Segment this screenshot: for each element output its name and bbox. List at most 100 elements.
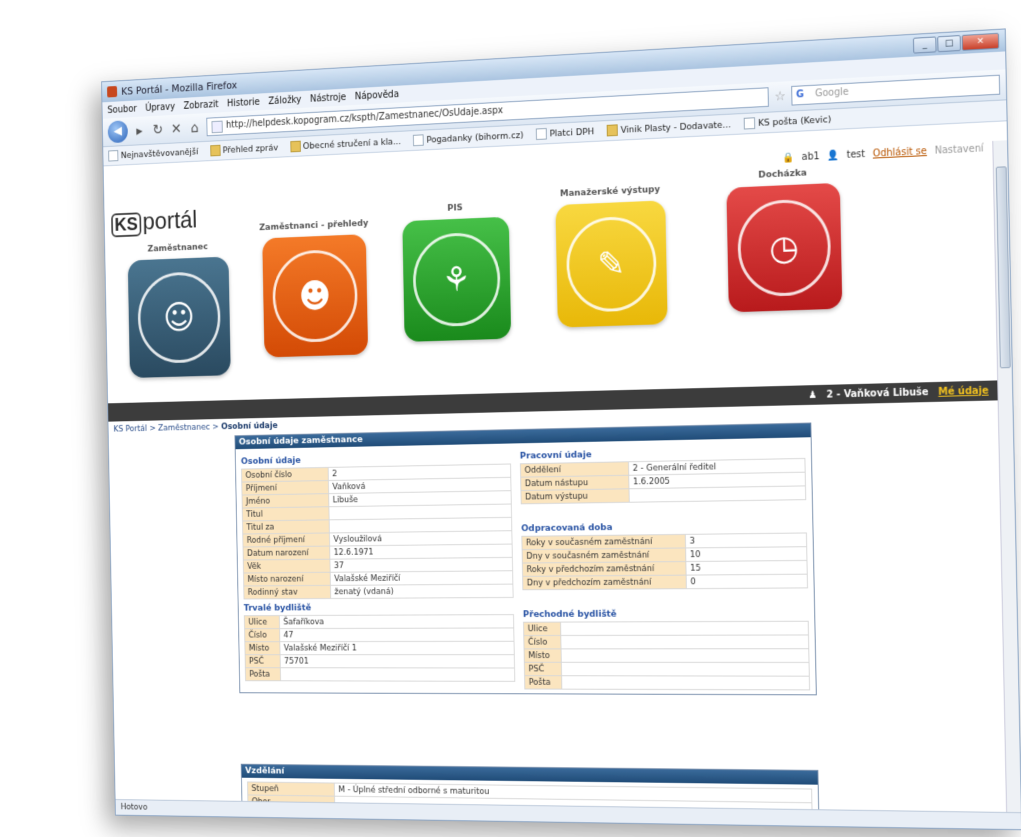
breadcrumb-link-portal[interactable]: KS Portál	[113, 424, 147, 434]
field-value: Valašské Meziříčí	[330, 570, 513, 586]
field-label: PSČ	[245, 654, 281, 668]
field-value: 10	[685, 546, 807, 562]
table-row: Ulice	[523, 621, 809, 636]
user-line: 🔒 ab1 👤 test Odhlásit se Nastavení	[782, 143, 984, 163]
folder-icon	[289, 140, 301, 153]
field-label: Místo	[244, 641, 281, 655]
folder-icon	[606, 124, 618, 137]
bookmark-item[interactable]: KS pošta (Kevic)	[743, 113, 832, 130]
field-label: Datum výstupu	[520, 488, 630, 504]
field-label: Číslo	[244, 628, 280, 642]
field-label: PSČ	[524, 662, 562, 676]
bookmark-item[interactable]: Pogadanky (bihorm.cz)	[413, 129, 524, 147]
field-value: Šafaříkova	[279, 614, 514, 629]
tile-zamestnanec[interactable]: Zaměstnanec ☺	[123, 241, 235, 378]
table-row: Místo Valašské Meziříčí 1	[244, 641, 515, 655]
section-title: Přechodné bydliště	[522, 608, 617, 620]
forward-button[interactable]: ▸	[133, 122, 147, 139]
bookmark-item[interactable]: Vinik Plasty - Dodavate...	[606, 118, 732, 137]
bookmark-item[interactable]: Nejnavštěvovanější	[108, 146, 198, 162]
personal-data-panel: Osobní údaje zaměstnance Osobní údaje Os…	[234, 422, 817, 696]
user-id: ab1	[801, 151, 820, 163]
page-icon	[413, 134, 424, 147]
field-label: Stupeň	[247, 781, 335, 797]
menu-upravy[interactable]: Úpravy	[145, 101, 175, 113]
browser-window: KS Portál - Mozilla Firefox _ □ ✕ Soubor…	[101, 28, 1021, 831]
folder-icon	[209, 144, 221, 157]
field-value: 47	[279, 627, 515, 642]
field-value: 75701	[280, 654, 515, 668]
maximize-button[interactable]: □	[937, 35, 961, 53]
field-label: Rodné příjmení	[242, 532, 330, 548]
menu-nastroje[interactable]: Nástroje	[310, 92, 346, 104]
tile-label: Zaměstnanci - přehledy	[259, 218, 369, 233]
minimize-button[interactable]: _	[912, 36, 937, 54]
breadcrumb-link-zamestnanec[interactable]: Zaměstnanec	[158, 423, 210, 433]
section-title: Odpracovaná doba	[521, 522, 613, 534]
table-row: Dny v předchozím zaměstnání 0	[522, 574, 808, 590]
my-data-link[interactable]: Mé údaje	[938, 385, 989, 397]
stop-icon[interactable]: ✕	[169, 120, 183, 137]
menu-napoveda[interactable]: Nápověda	[355, 89, 399, 102]
breadcrumb: KS Portál > Zaměstnanec > Osobní údaje	[113, 421, 278, 435]
field-value: ženatý (vdaná)	[330, 584, 514, 599]
tile-manazerske-vystupy[interactable]: Manažerské výstupy ✎	[551, 184, 673, 328]
bookmark-label: Přehled zpráv	[222, 142, 279, 156]
current-user-name: 2 - Vaňková Libuše	[826, 386, 929, 401]
field-label: Roky v předchozím zaměstnání	[522, 561, 687, 577]
reload-icon[interactable]: ↻	[151, 121, 165, 138]
tile-pis[interactable]: PIS ⚘	[398, 200, 516, 342]
page-icon	[535, 127, 548, 141]
pis-icon: ⚘	[412, 231, 502, 328]
tile-label: Docházka	[758, 167, 808, 181]
menu-soubor[interactable]: Soubor	[107, 104, 137, 116]
back-button[interactable]: ◀	[107, 120, 128, 144]
right-column: Pracovní údaje Oddělení 2 - Generální řed…	[520, 441, 810, 690]
breadcrumb-current: Osobní údaje	[221, 421, 278, 432]
tile-zamestnanci-prehledy[interactable]: Zaměstnanci - přehledy ☻	[258, 218, 373, 358]
field-value	[629, 485, 806, 503]
menu-zalozky[interactable]: Záložky	[268, 94, 301, 106]
scroll-thumb[interactable]	[995, 166, 1011, 369]
tile-label: Zaměstnanec	[147, 241, 209, 255]
left-column: Osobní údaje Osobní číslo 2 Příjmení Vaňkov…	[241, 447, 516, 689]
bookmark-item[interactable]: Přehled zpráv	[209, 142, 279, 157]
tile-box: ⚘	[402, 216, 512, 342]
settings-link[interactable]: Nastavení	[935, 143, 984, 156]
field-value: Valašské Meziříčí 1	[279, 641, 515, 655]
bookmark-label: Vinik Plasty - Dodavate...	[620, 118, 732, 136]
bookmark-star-icon[interactable]: ☆	[775, 89, 786, 104]
bookmark-label: KS pošta (Kevic)	[758, 113, 832, 129]
field-label: Rodinný stav	[243, 585, 331, 599]
table-row: PSČ 75701	[245, 654, 515, 668]
field-label: Dny v předchozím zaměstnání	[522, 575, 687, 590]
worked-time-table: Roky v současném zaměstnání 3 Dny v součas…	[521, 532, 808, 590]
field-label: Pošta	[245, 667, 281, 681]
field-value: 0	[686, 574, 808, 589]
logout-link[interactable]: Odhlásit se	[873, 146, 927, 159]
home-icon[interactable]: ⌂	[188, 119, 202, 136]
field-label: Jméno	[242, 493, 329, 509]
table-row: Rodinný stav ženatý (vdaná)	[243, 584, 514, 599]
menu-zobrazit[interactable]: Zobrazit	[183, 99, 218, 111]
section-title: Trvalé bydliště	[243, 602, 312, 614]
employee-icon: ☺	[137, 270, 222, 364]
lock-icon: 🔒	[782, 152, 795, 164]
menu-historie[interactable]: Historie	[227, 97, 260, 109]
close-button[interactable]: ✕	[961, 32, 1000, 51]
bookmark-item[interactable]: Platci DPH	[535, 126, 594, 141]
employees-group-icon: ☻	[271, 248, 359, 344]
field-label: Místo	[524, 648, 562, 663]
tile-dochazka[interactable]: Docházka ◷	[721, 166, 847, 313]
person-icon: 👤	[827, 150, 840, 162]
bookmark-item[interactable]: Obecné stručení a kla...	[289, 136, 401, 153]
field-value: 3	[685, 532, 807, 548]
field-label: Pošta	[524, 675, 562, 690]
field-value	[561, 662, 810, 677]
search-input[interactable]: Google	[791, 74, 1001, 106]
table-row: Ulice Šafaříkova	[244, 614, 514, 629]
page-icon	[108, 150, 119, 162]
table-row: Místo	[524, 648, 810, 663]
page-icon	[743, 117, 756, 130]
work-table: Oddělení 2 - Generální ředitel Datum nástu…	[520, 458, 806, 504]
